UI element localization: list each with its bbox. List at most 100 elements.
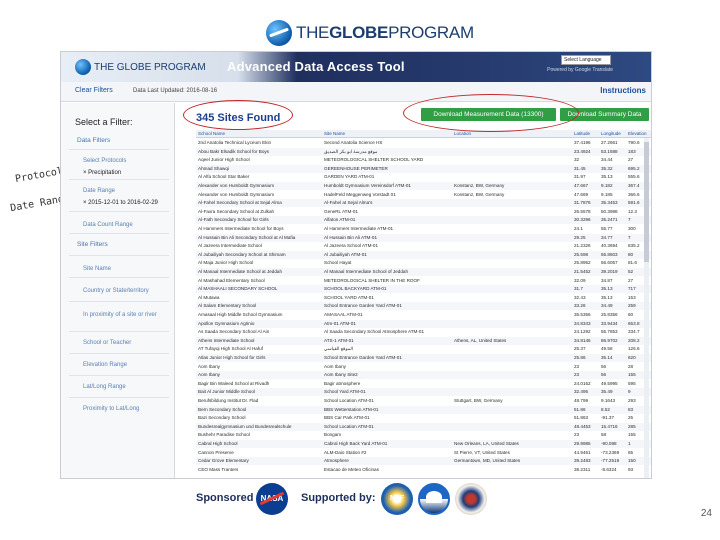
cell-school-name: Aom Ibany xyxy=(198,372,220,378)
table-row[interactable]: Aqeel Junior High School METEOROLOGICAL S… xyxy=(196,156,651,164)
table-row[interactable]: Atlas Junior High School for Girls School… xyxy=(196,354,651,362)
table-row[interactable]: Al MASHAALI SECONDARY SCHOOL SCHOOL BACKY… xyxy=(196,285,651,294)
table-row[interactable]: 2nd Anatolia Technical Lyceum Ekin Second… xyxy=(196,139,651,147)
table-row[interactable]: Al-Faxra Secondary School at Zulkah GeneR… xyxy=(196,208,651,216)
table-row[interactable]: As Saada Secondary School Al Ain Al Saada… xyxy=(196,328,651,336)
table-row[interactable]: Aom Ibany Aom Ibany Site2 23 56 155 xyxy=(196,371,651,380)
sidebar-filter-item[interactable]: Date Range xyxy=(83,187,115,195)
table-row[interactable]: Amasaal High Middle School Gymnasium AMAS… xyxy=(196,311,651,319)
table-row[interactable]: Berufsbildung Institut Dr. Flad School Lo… xyxy=(196,397,651,405)
col-latitude[interactable]: Latitude xyxy=(574,131,600,136)
sidebar-section[interactable]: Site Filters xyxy=(77,241,108,249)
table-row[interactable]: Al Salam Elementary School School Entranc… xyxy=(196,302,651,311)
table-row[interactable]: Cabral High School Cabral High Back Yard … xyxy=(196,440,651,448)
col-longitude[interactable]: Longitude xyxy=(601,131,627,136)
sidebar-filter-item[interactable]: Lat/Long Range xyxy=(83,383,126,391)
cell-location: New Orleans, LA, United States xyxy=(454,441,519,446)
table-row[interactable]: Cedar Grove Elementary Atmosphere Germanto… xyxy=(196,457,651,466)
cell-school-name: Cannon Preserve xyxy=(198,449,234,455)
table-row[interactable]: Al Alfa School Star Baker GARDEN YARD ATM… xyxy=(196,173,651,181)
sidebar-section[interactable]: Data Filters xyxy=(77,137,110,145)
table-row[interactable]: Bazi Secondary School BBS Car Park ATM-01… xyxy=(196,414,651,422)
active-filter-chip[interactable]: × Precipitation xyxy=(83,169,121,177)
cell-latitude: 38.2311 xyxy=(574,466,591,472)
sidebar-filter-item[interactable]: Elevation Range xyxy=(83,361,127,369)
table-row[interactable]: Apollon Gymnasium Agrinio Atm-01 ATM-01 34… xyxy=(196,319,651,328)
sites-table: School Name Site Name Location Latitude … xyxy=(196,130,651,478)
cell-school-name: Bushehr Paradise School xyxy=(198,432,250,438)
sidebar-divider xyxy=(69,375,169,376)
cell-latitude: 23 xyxy=(574,432,580,438)
sidebar-divider xyxy=(69,277,169,278)
table-row[interactable]: Alexander von Humboldt Gymnasium Humboldt… xyxy=(196,182,651,190)
table-row[interactable]: Al Hussain Bin Ali Secondary School at A… xyxy=(196,233,651,242)
cell-location: Stuttgart, BW, Germany xyxy=(454,398,503,403)
table-row[interactable]: Abou Bakr Elsadik School for Boys موقع مد… xyxy=(196,147,651,156)
table-row[interactable]: CEO Mass Tranters Estacao de Meteo Oficin… xyxy=(196,466,651,474)
cell-longitude: 49.5995 xyxy=(601,380,618,386)
table-row[interactable]: Al Maja Junior High School School Hayat 25… xyxy=(196,259,651,267)
cell-site-name: Second Anatolia Science HS xyxy=(324,140,383,145)
table-row[interactable]: Bundesrealgymnasium und Bundesrealschule… xyxy=(196,422,651,431)
table-row[interactable]: Al-Fahel Secondary School at Sejal Alma A… xyxy=(196,199,651,208)
cell-latitude: 34.8146 xyxy=(574,337,591,343)
cell-longitude: 35.13 xyxy=(601,174,613,180)
col-site-name[interactable]: Site Name xyxy=(324,131,452,136)
table-row[interactable]: Al Hammers Intermediate School for Boys A… xyxy=(196,225,651,233)
col-location[interactable]: Location xyxy=(454,131,572,136)
sidebar-filter-item[interactable]: Country or State/territory xyxy=(83,287,149,295)
scrollbar-thumb[interactable] xyxy=(644,142,649,262)
table-row[interactable]: Al Jubailiyah Secondary School at Shimam… xyxy=(196,250,651,259)
nasa-logo: NASA xyxy=(256,483,288,515)
cell-site-name: METEOROLOGICAL SHELTER SCHOOL YARD xyxy=(324,157,424,163)
cell-longitude: 34.44 xyxy=(601,157,613,163)
cell-latitude: 35.5356 xyxy=(574,312,591,317)
table-row[interactable]: Bait Al Junior Middle School School Yard … xyxy=(196,388,651,397)
table-row[interactable]: Al Mutawa SCHOOL YARD ATM-01 32.43 35.13 153 xyxy=(196,294,651,302)
language-select[interactable]: Select Language xyxy=(561,55,611,65)
table-row[interactable]: Bagir Bin Waleed School at Rivadh Bagir a… xyxy=(196,380,651,388)
table-row[interactable]: Alexander von Humboldt Gymnasium HadelFel… xyxy=(196,191,651,199)
clear-filters-button[interactable]: Clear Filters xyxy=(75,87,113,94)
cell-latitude: 25.8952 xyxy=(574,260,591,266)
sidebar-filter-item[interactable]: School or Teacher xyxy=(83,339,131,347)
cell-school-name: As Saada Secondary School Al Ain xyxy=(198,329,270,335)
col-school-name[interactable]: School Name xyxy=(198,131,323,136)
sidebar-divider xyxy=(69,233,169,234)
table-row[interactable]: Ahmad Shawqi GEREENHOUSE PERIMETER 31.45 35… xyxy=(196,164,651,173)
table-row[interactable]: Al Mashahad Elementary School METEOROLOGI… xyxy=(196,277,651,285)
table-row[interactable]: Cannon Preserve ALM-Daio Station #2 St Pie… xyxy=(196,449,651,457)
sidebar-filter-item[interactable]: Data Count Range xyxy=(83,221,133,229)
table-row[interactable]: AT Tufayqi High School Al Hafuf الموقع ال… xyxy=(196,345,651,353)
logo-text: THEGLOBEPROGRAM xyxy=(296,23,474,42)
sidebar-filter-item[interactable]: Site Name xyxy=(83,265,111,273)
table-scrollbar[interactable] xyxy=(644,138,649,478)
cell-longitude: -90.088 xyxy=(601,441,617,446)
table-row[interactable]: Athens Intermediate School ATS-1 ATM-01 At… xyxy=(196,336,651,345)
active-filter-chip[interactable]: × 2015-12-01 to 2016-02-29 xyxy=(83,199,158,207)
sidebar-filter-item[interactable]: Proximity to Lat/Long xyxy=(83,405,139,413)
cell-latitude: 21.2326 xyxy=(574,243,591,249)
cell-longitude: 40.3694 xyxy=(601,243,618,249)
cell-site-name: School Yard ATM-01 xyxy=(324,389,366,395)
cell-location: Konstanz, BW, Germany xyxy=(454,183,505,188)
cell-latitude: 31.7876 xyxy=(574,200,591,206)
col-elevation[interactable]: Elevation xyxy=(628,131,650,136)
cell-location: Konstanz, BW, Germany xyxy=(454,191,505,197)
table-row[interactable]: Al Jazeera Intermediate School Al Jazeera… xyxy=(196,242,651,250)
sidebar-filter-item[interactable]: Select Protocols xyxy=(83,157,126,165)
instructions-link[interactable]: Instructions xyxy=(600,86,646,95)
table-row[interactable]: Al-Fath Secondary School for Girls Alfato… xyxy=(196,216,651,225)
cell-site-name: Al Saada Secondary School Atmosphere ATM… xyxy=(324,329,425,335)
table-row[interactable]: Bern Secondary School BBS Wetterstation A… xyxy=(196,405,651,414)
cell-school-name: CEO Mass Tranters xyxy=(198,466,239,472)
cell-site-name: AMASAAL ATM-01 xyxy=(324,312,363,317)
sidebar-filter-item[interactable]: In proximity of a site or river xyxy=(83,311,157,319)
cell-latitude: 29.9985 xyxy=(574,441,591,446)
table-row[interactable]: Aom Ibany Aom Ibany 23 56 28 xyxy=(196,363,651,371)
table-row[interactable]: Bushehr Paradise School Bongam 23 58 155 xyxy=(196,431,651,439)
cell-latitude: 23 xyxy=(574,372,580,378)
toolbar: Clear Filters Data Last Updated: 2016-08… xyxy=(61,82,651,102)
table-row[interactable]: Al Manaal Intermediate School at Jeddah A… xyxy=(196,268,651,276)
cell-school-name: Bazi Secondary School xyxy=(198,415,246,421)
